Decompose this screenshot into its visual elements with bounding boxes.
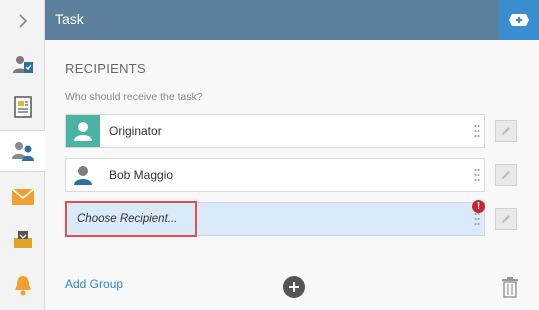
edit-bob-maggio-button[interactable]: [495, 164, 517, 186]
add-step-icon: [509, 14, 529, 26]
add-recipient-button[interactable]: [283, 276, 305, 298]
rail-mail-button[interactable]: [0, 176, 45, 218]
add-group-link[interactable]: Add Group: [65, 277, 123, 291]
rail-recipients-button[interactable]: [0, 130, 46, 172]
pencil-icon: [502, 171, 510, 179]
avatar: [66, 159, 100, 191]
drag-handle-icon[interactable]: [474, 212, 480, 226]
rail-user-check-button[interactable]: [0, 44, 45, 86]
plus-icon: [289, 282, 299, 292]
rail-bell-button[interactable]: [0, 264, 45, 306]
add-step-button[interactable]: [499, 0, 539, 40]
edit-originator-button[interactable]: [495, 120, 517, 142]
recipient-name: Bob Maggio: [109, 168, 174, 182]
expand-chevron-button[interactable]: [0, 0, 45, 42]
rail-document-button[interactable]: [0, 86, 45, 128]
rail-inbox-button[interactable]: [0, 218, 45, 260]
panel-header: Task: [45, 0, 539, 40]
section-subtitle: Who should receive the task?: [65, 91, 203, 103]
choose-recipient-input[interactable]: Choose Recipient...: [77, 203, 177, 235]
document-icon: [13, 96, 32, 118]
pencil-icon: [502, 215, 510, 223]
delete-button[interactable]: [501, 276, 519, 303]
pencil-icon: [502, 127, 510, 135]
drag-handle-icon[interactable]: [474, 168, 480, 182]
user-check-icon: [12, 56, 33, 73]
recipient-row-originator[interactable]: Originator: [65, 114, 485, 148]
chevron-right-icon: [18, 14, 27, 28]
recipient-name: Originator: [109, 124, 162, 138]
avatar: [66, 115, 100, 147]
panel-title: Task: [55, 11, 84, 27]
user-icon: [74, 166, 92, 185]
recipients-panel: RECIPIENTS Who should receive the task? …: [45, 40, 539, 310]
mail-icon: [11, 188, 34, 205]
user-teal-icon: [74, 122, 92, 141]
users-icon: [12, 142, 34, 161]
trash-icon: [502, 277, 518, 298]
edit-choose-recipient-button[interactable]: [495, 208, 517, 230]
recipient-row-bob-maggio[interactable]: Bob Maggio: [65, 158, 485, 192]
section-title: RECIPIENTS: [65, 61, 147, 76]
bell-icon: [14, 276, 31, 296]
left-rail: [0, 0, 46, 310]
error-alert-icon: !: [472, 200, 485, 213]
inbox-icon: [13, 231, 32, 248]
drag-handle-icon[interactable]: [474, 124, 480, 138]
